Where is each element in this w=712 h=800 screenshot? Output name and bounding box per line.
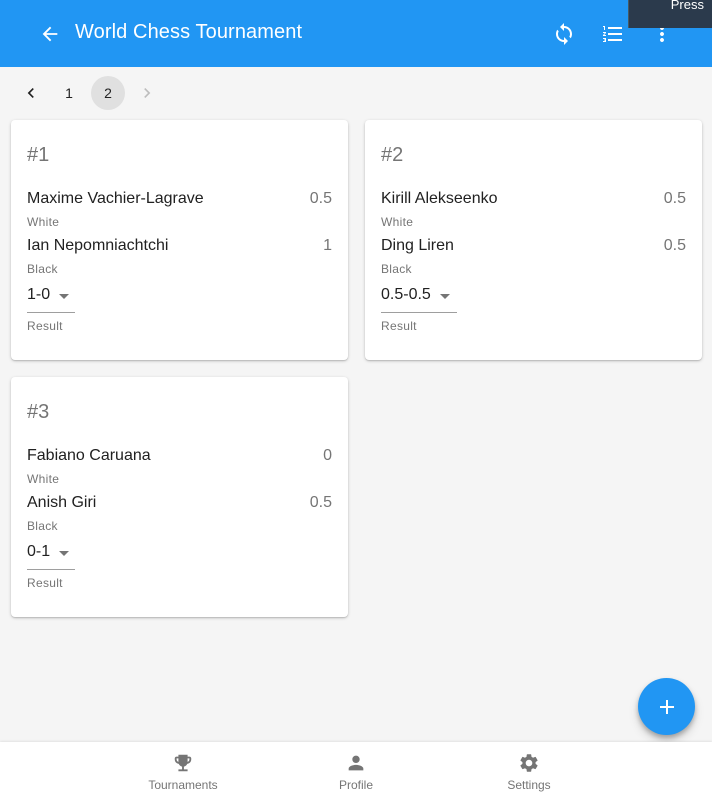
white-player-name: Maxime Vachier-Lagrave	[27, 190, 204, 207]
select-underline	[381, 312, 457, 313]
nav-label: Settings	[507, 778, 551, 792]
back-button[interactable]	[36, 20, 64, 48]
black-player-score: 1	[323, 237, 332, 254]
page-2-button[interactable]: 2	[91, 76, 125, 110]
result-value: 0-1	[27, 543, 51, 560]
result-select[interactable]: 1-0	[27, 284, 70, 306]
result-select[interactable]: 0.5-0.5	[381, 284, 450, 306]
game-number: #1	[27, 144, 50, 166]
result-select[interactable]: 0-1	[27, 541, 70, 563]
black-label: Black	[381, 262, 412, 276]
result-label: Result	[27, 319, 63, 333]
white-label: White	[27, 215, 60, 229]
nav-settings[interactable]: Settings	[469, 742, 589, 800]
white-label: White	[381, 215, 414, 229]
refresh-icon	[556, 23, 572, 45]
chevron-left-icon	[27, 88, 34, 98]
black-player-name: Anish Giri	[27, 494, 97, 511]
pagination: 1 2	[0, 76, 712, 110]
plus-icon	[659, 699, 674, 714]
game-number: #2	[381, 144, 404, 166]
page-title: World Chess Tournament	[75, 21, 303, 43]
nav-label: Tournaments	[148, 778, 218, 792]
result-label: Result	[27, 576, 63, 590]
game-card-1: #1 Maxime Vachier-Lagrave 0.5 White Ian …	[11, 120, 348, 360]
list-ordered-icon	[603, 26, 622, 42]
black-player-name: Ding Liren	[381, 237, 454, 254]
bottom-navigation: Tournaments Profile Settings	[0, 742, 712, 800]
result-value: 0.5-0.5	[381, 286, 431, 303]
white-player-score: 0.5	[663, 190, 686, 207]
trophy-icon	[174, 754, 192, 772]
tooltip: Press	[628, 0, 712, 28]
nav-label: Profile	[338, 778, 373, 792]
chevron-right-icon	[144, 88, 151, 98]
white-label: White	[27, 472, 60, 486]
gear-icon	[520, 754, 538, 772]
black-player-score: 0.5	[663, 237, 686, 254]
black-label: Black	[27, 262, 58, 276]
nav-profile[interactable]: Profile	[296, 742, 416, 800]
refresh-button[interactable]	[550, 20, 578, 48]
black-player-score: 0.5	[309, 494, 332, 511]
page-1-button[interactable]: 1	[52, 76, 86, 110]
arrow-left-icon	[42, 26, 58, 42]
previous-page-button[interactable]	[14, 76, 48, 110]
next-page-button[interactable]	[130, 76, 164, 110]
white-player-score: 0.5	[309, 190, 332, 207]
game-number: #3	[27, 401, 50, 423]
white-player-score: 0	[323, 447, 332, 464]
person-icon	[348, 755, 364, 771]
add-game-button[interactable]	[638, 678, 695, 735]
nav-tournaments[interactable]: Tournaments	[123, 742, 243, 800]
result-value: 1-0	[27, 286, 51, 303]
white-player-name: Fabiano Caruana	[27, 447, 151, 464]
caret-down-icon	[439, 293, 450, 299]
standings-button[interactable]	[599, 20, 627, 48]
result-label: Result	[381, 319, 417, 333]
select-underline	[27, 312, 75, 313]
game-card-2: #2 Kirill Alekseenko 0.5 White Ding Lire…	[365, 120, 702, 360]
black-player-name: Ian Nepomniachtchi	[27, 237, 169, 254]
select-underline	[27, 569, 75, 570]
white-player-name: Kirill Alekseenko	[381, 190, 498, 207]
caret-down-icon	[59, 550, 70, 556]
game-card-3: #3 Fabiano Caruana 0 White Anish Giri 0.…	[11, 377, 348, 617]
black-label: Black	[27, 519, 58, 533]
app-bar: World Chess Tournament	[0, 0, 712, 67]
caret-down-icon	[59, 293, 70, 299]
